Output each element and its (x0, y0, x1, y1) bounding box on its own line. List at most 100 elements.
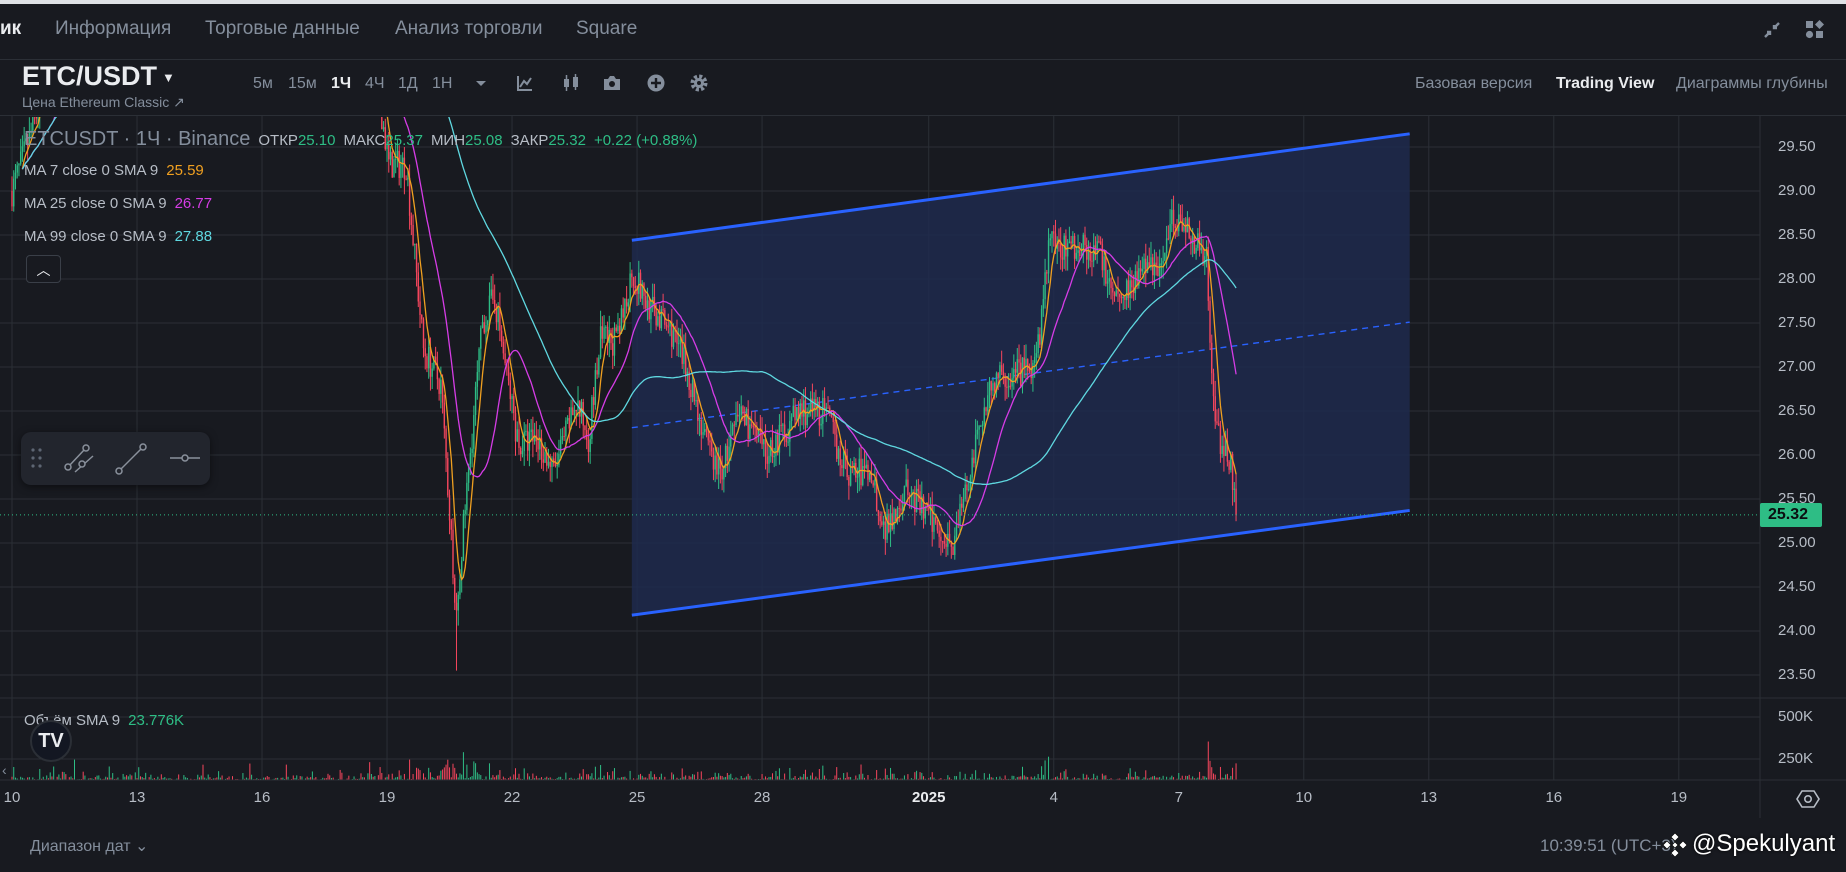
candle-body (938, 530, 940, 537)
candle-body (839, 448, 841, 466)
candle-body (650, 301, 652, 320)
candle-body (834, 422, 836, 435)
candle-body (978, 426, 980, 430)
candle-body (419, 301, 421, 315)
candle-body (1212, 373, 1215, 397)
candle-body (990, 381, 992, 391)
candle-body (1211, 342, 1213, 374)
candle-body (403, 157, 406, 179)
candle-body (445, 428, 447, 459)
candle-body (1120, 296, 1123, 299)
candle-body (914, 492, 916, 512)
scroll-left-icon[interactable]: ‹ (2, 762, 7, 778)
chart-settings-hex-icon[interactable] (1796, 787, 1820, 811)
price-tick-label: 25.00 (1778, 534, 1816, 551)
candle-body (1169, 223, 1171, 239)
ma25-legend[interactable]: MA 25 close 0 SMA 9 26.77 (24, 195, 212, 212)
candle-body (945, 543, 947, 547)
candle-body (1065, 235, 1067, 257)
candle-body (1007, 385, 1010, 388)
candle-body (1009, 385, 1012, 387)
candle-body (79, 20, 80, 22)
candle-body (1139, 268, 1142, 272)
price-tick-label: 26.50 (1778, 402, 1816, 419)
candle-body (459, 579, 461, 595)
candle-body (631, 273, 633, 278)
candle-body (603, 327, 605, 339)
candle-body (1033, 357, 1036, 363)
time-tick-label: 2025 (912, 789, 946, 806)
candle-body (1233, 488, 1236, 490)
candle-body (775, 434, 777, 457)
candle-body (723, 467, 725, 480)
candle-body (594, 370, 597, 405)
candle-body (105, 1, 106, 19)
candle-body (1035, 353, 1038, 358)
candle-body (988, 381, 991, 396)
candle-body (492, 289, 494, 300)
candle-body (369, 50, 370, 78)
candle-body (447, 458, 449, 496)
candle-body (721, 468, 723, 480)
time-tick-label: 4 (1049, 789, 1058, 806)
candle-body (745, 408, 748, 426)
candle-body (481, 322, 484, 328)
drawing-toolbar (21, 432, 210, 485)
candle-body (410, 215, 413, 225)
trend-line-icon[interactable] (114, 442, 148, 476)
candle-body (37, 117, 39, 119)
candle-body (1181, 219, 1183, 231)
candle-body (46, 73, 47, 85)
candle-body (1204, 256, 1206, 265)
parallel-channel-icon[interactable] (63, 444, 97, 474)
candle-body (1046, 272, 1048, 274)
candle-body (357, 40, 358, 52)
candle-body (610, 329, 612, 344)
candle-body (412, 224, 414, 245)
candle-body (794, 405, 796, 421)
tradingview-logo[interactable]: TV (30, 720, 72, 762)
horizontal-line-icon[interactable] (168, 448, 202, 468)
candle-body (98, 1, 99, 8)
candle-body (19, 151, 22, 164)
candle-body (1066, 243, 1069, 257)
candle-body (563, 435, 565, 437)
candle-body (999, 365, 1001, 378)
collapse-legend-button[interactable]: ︿ (26, 255, 61, 283)
open-value: 25.10 (297, 132, 336, 149)
ma99-legend[interactable]: MA 99 close 0 SMA 9 27.88 (24, 228, 212, 245)
close-value: 25.32 (548, 132, 586, 149)
candle-body (849, 465, 852, 486)
clock: 10:39:51 (UTC+3) (1540, 836, 1677, 855)
candle-body (1000, 365, 1003, 372)
candle-body (473, 415, 475, 449)
candle-body (566, 418, 569, 421)
candle-body (1195, 247, 1197, 254)
candle-body (523, 431, 525, 452)
candle-body (107, 1, 108, 12)
candle-body (1023, 357, 1025, 368)
candle-body (393, 159, 395, 178)
candle-body (509, 380, 512, 399)
candle-body (618, 325, 621, 334)
candle-body (1061, 257, 1064, 260)
candle-body (478, 348, 480, 373)
candle-body (112, 0, 113, 2)
drag-handle-icon[interactable] (29, 446, 45, 470)
candle-body (742, 406, 744, 414)
date-range-dropdown[interactable]: Диапазон дат ⌄ (30, 836, 148, 856)
ma7-value: 25.59 (166, 162, 204, 179)
candle-body (683, 347, 685, 364)
candle-body (860, 458, 862, 486)
time-tick-label: 10 (3, 789, 21, 806)
candle-body (485, 325, 487, 333)
candle-body (983, 407, 985, 425)
candle-body (1027, 359, 1029, 371)
candle-body (646, 300, 649, 309)
candle-body (884, 521, 887, 540)
price-tick-label: 23.50 (1778, 666, 1816, 683)
candle-body (115, 0, 116, 3)
candle-body (872, 482, 874, 486)
candle-body (346, 35, 347, 37)
ma7-legend[interactable]: MA 7 close 0 SMA 9 25.59 (24, 162, 204, 179)
